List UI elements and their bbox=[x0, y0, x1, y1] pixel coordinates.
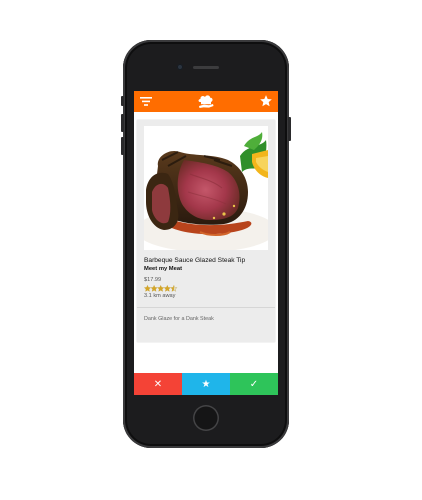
volume-down-button bbox=[121, 137, 124, 155]
item-description: Dank Glaze for a Dank Steak bbox=[144, 316, 214, 322]
front-camera bbox=[177, 64, 183, 70]
card-divider bbox=[137, 307, 275, 308]
rating-star bbox=[144, 285, 152, 292]
chef-hat-hand-icon bbox=[198, 95, 214, 108]
earpiece-speaker bbox=[193, 66, 219, 69]
rating-star bbox=[150, 285, 158, 292]
accept-button[interactable]: ✓ bbox=[230, 373, 278, 395]
item-price: $17.99 bbox=[144, 277, 162, 283]
app-header bbox=[134, 91, 278, 112]
favorite-button[interactable]: ★ bbox=[182, 373, 230, 395]
food-photo bbox=[144, 126, 268, 250]
home-button[interactable] bbox=[193, 405, 219, 431]
close-icon: ✕ bbox=[153, 378, 163, 390]
restaurant-name: Meet my Meat bbox=[144, 266, 183, 272]
rating-star bbox=[157, 285, 165, 292]
stage: Barbeque Sauce Glazed Steak Tip Meet my … bbox=[0, 0, 422, 500]
phone-screen: Barbeque Sauce Glazed Steak Tip Meet my … bbox=[134, 91, 278, 395]
mute-switch bbox=[121, 96, 124, 106]
check-icon: ✓ bbox=[249, 378, 259, 390]
distance-label: 3.1 km away bbox=[144, 293, 176, 299]
volume-up-button bbox=[121, 114, 124, 132]
star-icon[interactable] bbox=[259, 94, 273, 108]
rating-star bbox=[163, 285, 171, 292]
reject-button[interactable]: ✕ bbox=[134, 373, 182, 395]
star-rating bbox=[144, 285, 178, 292]
content-area: Barbeque Sauce Glazed Steak Tip Meet my … bbox=[134, 112, 278, 373]
rating-star bbox=[170, 285, 178, 292]
item-title: Barbeque Sauce Glazed Steak Tip bbox=[144, 257, 246, 264]
food-card[interactable]: Barbeque Sauce Glazed Steak Tip Meet my … bbox=[137, 120, 275, 342]
filter-icon[interactable] bbox=[140, 97, 152, 106]
action-bar: ✕ ★ ✓ bbox=[134, 373, 278, 395]
power-button bbox=[288, 117, 291, 141]
star-icon: ★ bbox=[201, 378, 211, 390]
